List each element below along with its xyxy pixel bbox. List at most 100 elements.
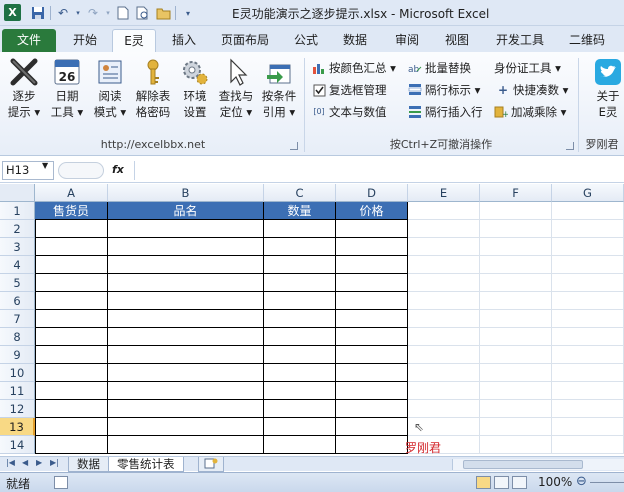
tab-file[interactable]: 文件 [2, 29, 56, 52]
formula-input[interactable] [134, 161, 622, 180]
table-cell[interactable] [35, 238, 108, 256]
row-header[interactable]: 11 [0, 382, 35, 400]
table-cell[interactable] [336, 274, 408, 292]
page-break-view-icon[interactable] [512, 476, 527, 489]
reading-mode-button[interactable]: 阅读 模式 ▾ [90, 56, 130, 136]
grid-cell[interactable] [552, 310, 624, 328]
table-cell[interactable] [336, 238, 408, 256]
zoom-slider[interactable] [590, 482, 624, 483]
table-cell[interactable] [264, 436, 336, 454]
zoom-level[interactable]: 100% [538, 475, 572, 489]
table-cell[interactable] [108, 418, 264, 436]
grid-cell[interactable] [480, 418, 552, 436]
row-header[interactable]: 10 [0, 364, 35, 382]
row-header[interactable]: 9 [0, 346, 35, 364]
table-cell[interactable] [264, 256, 336, 274]
table-cell[interactable] [336, 382, 408, 400]
horizontal-scrollbar[interactable] [452, 459, 624, 470]
table-cell[interactable] [35, 292, 108, 310]
table-cell[interactable] [264, 220, 336, 238]
find-locate-button[interactable]: 查找与 定位 ▾ [216, 56, 256, 136]
table-cell[interactable] [35, 256, 108, 274]
table-cell[interactable] [336, 364, 408, 382]
next-sheet-icon[interactable]: ▶ [36, 458, 42, 467]
grid-cell[interactable] [552, 346, 624, 364]
color-summary-button[interactable]: 按颜色汇总 ▾ [312, 58, 396, 78]
table-cell[interactable] [336, 418, 408, 436]
undo-dropdown-icon[interactable]: ▾ [75, 5, 81, 21]
table-cell[interactable] [336, 436, 408, 454]
undo-icon[interactable]: ↶ [55, 5, 71, 21]
redo-dropdown-icon[interactable]: ▾ [105, 5, 111, 21]
id-card-tool-button[interactable]: 身份证工具 ▾ [494, 58, 561, 78]
grid-cell[interactable] [408, 220, 480, 238]
table-cell[interactable] [35, 310, 108, 328]
grid-cell[interactable] [408, 238, 480, 256]
table-header-cell[interactable]: 售货员 [35, 202, 108, 220]
table-cell[interactable] [264, 418, 336, 436]
table-cell[interactable] [108, 382, 264, 400]
row-header[interactable]: 12 [0, 400, 35, 418]
environment-settings-button[interactable]: 环境 设置 [175, 56, 215, 136]
row-header[interactable]: 2 [0, 220, 35, 238]
table-cell[interactable] [264, 310, 336, 328]
grid-cell[interactable] [480, 238, 552, 256]
prev-sheet-icon[interactable]: ◀ [22, 458, 28, 467]
table-cell[interactable] [108, 220, 264, 238]
alternate-row-mark-button[interactable]: 隔行标示 ▾ [408, 80, 480, 100]
open-folder-icon[interactable] [155, 5, 171, 21]
grid-cell[interactable] [552, 256, 624, 274]
save-icon[interactable] [30, 5, 46, 21]
customize-qat-icon[interactable]: ▾ [180, 5, 196, 21]
table-cell[interactable] [108, 346, 264, 364]
row-header[interactable]: 5 [0, 274, 35, 292]
horizontal-scroll-thumb[interactable] [463, 460, 583, 469]
grid-cell[interactable] [408, 292, 480, 310]
table-cell[interactable] [264, 364, 336, 382]
grid-cell[interactable] [408, 364, 480, 382]
sheet-tab-retail-stats[interactable]: 零售统计表 [108, 457, 184, 472]
column-header-a[interactable]: A [35, 184, 108, 202]
table-cell[interactable] [35, 418, 108, 436]
grid-cell[interactable] [408, 310, 480, 328]
table-cell[interactable] [35, 382, 108, 400]
grid-cell[interactable] [552, 418, 624, 436]
row-header[interactable]: 1 [0, 202, 35, 220]
first-sheet-icon[interactable]: |◀ [6, 458, 15, 467]
column-header-f[interactable]: F [480, 184, 552, 202]
grid-cell[interactable] [480, 364, 552, 382]
group1-dialog-launcher[interactable] [290, 142, 298, 150]
name-box-dropdown-icon[interactable]: ▼ [42, 161, 48, 170]
grid-cell[interactable] [480, 292, 552, 310]
grid-cell[interactable] [408, 202, 480, 220]
checkbox-manager-button[interactable]: 复选框管理 [312, 80, 387, 100]
quick-sum-button[interactable]: + 快捷凑数 ▾ [496, 80, 568, 100]
table-cell[interactable] [35, 436, 108, 454]
about-eling-button[interactable]: 关于 E灵 [588, 56, 624, 136]
grid-cell[interactable] [480, 346, 552, 364]
grid-cell[interactable] [480, 256, 552, 274]
unprotect-sheet-button[interactable]: 解除表 格密码 [133, 56, 173, 136]
grid-cell[interactable] [408, 382, 480, 400]
table-cell[interactable] [264, 274, 336, 292]
insert-alternate-rows-button[interactable]: 隔行插入行 [408, 102, 483, 122]
arithmetic-button[interactable]: + 加减乘除 ▾ [494, 102, 566, 122]
table-cell[interactable] [264, 400, 336, 418]
table-cell[interactable] [108, 328, 264, 346]
table-cell[interactable] [336, 346, 408, 364]
worksheet-grid[interactable]: A B C D E F G 1 售货员 品名 数量 价格 2 3 4 5 6 7 8 9 10 11 12 13… [0, 184, 624, 456]
table-cell[interactable] [35, 220, 108, 238]
tab-home[interactable]: 开始 [64, 29, 106, 52]
grid-cell[interactable] [408, 274, 480, 292]
table-cell[interactable] [108, 256, 264, 274]
table-cell[interactable] [336, 328, 408, 346]
batch-replace-button[interactable]: ab 批量替换 [408, 58, 471, 78]
grid-cell[interactable] [552, 202, 624, 220]
column-header-e[interactable]: E [408, 184, 480, 202]
grid-cell[interactable] [480, 328, 552, 346]
tab-view[interactable]: 视图 [436, 29, 478, 52]
row-header[interactable]: 14 [0, 436, 35, 454]
zoom-out-icon[interactable]: ⊖ [576, 474, 587, 489]
table-cell[interactable] [108, 400, 264, 418]
table-cell[interactable] [336, 292, 408, 310]
